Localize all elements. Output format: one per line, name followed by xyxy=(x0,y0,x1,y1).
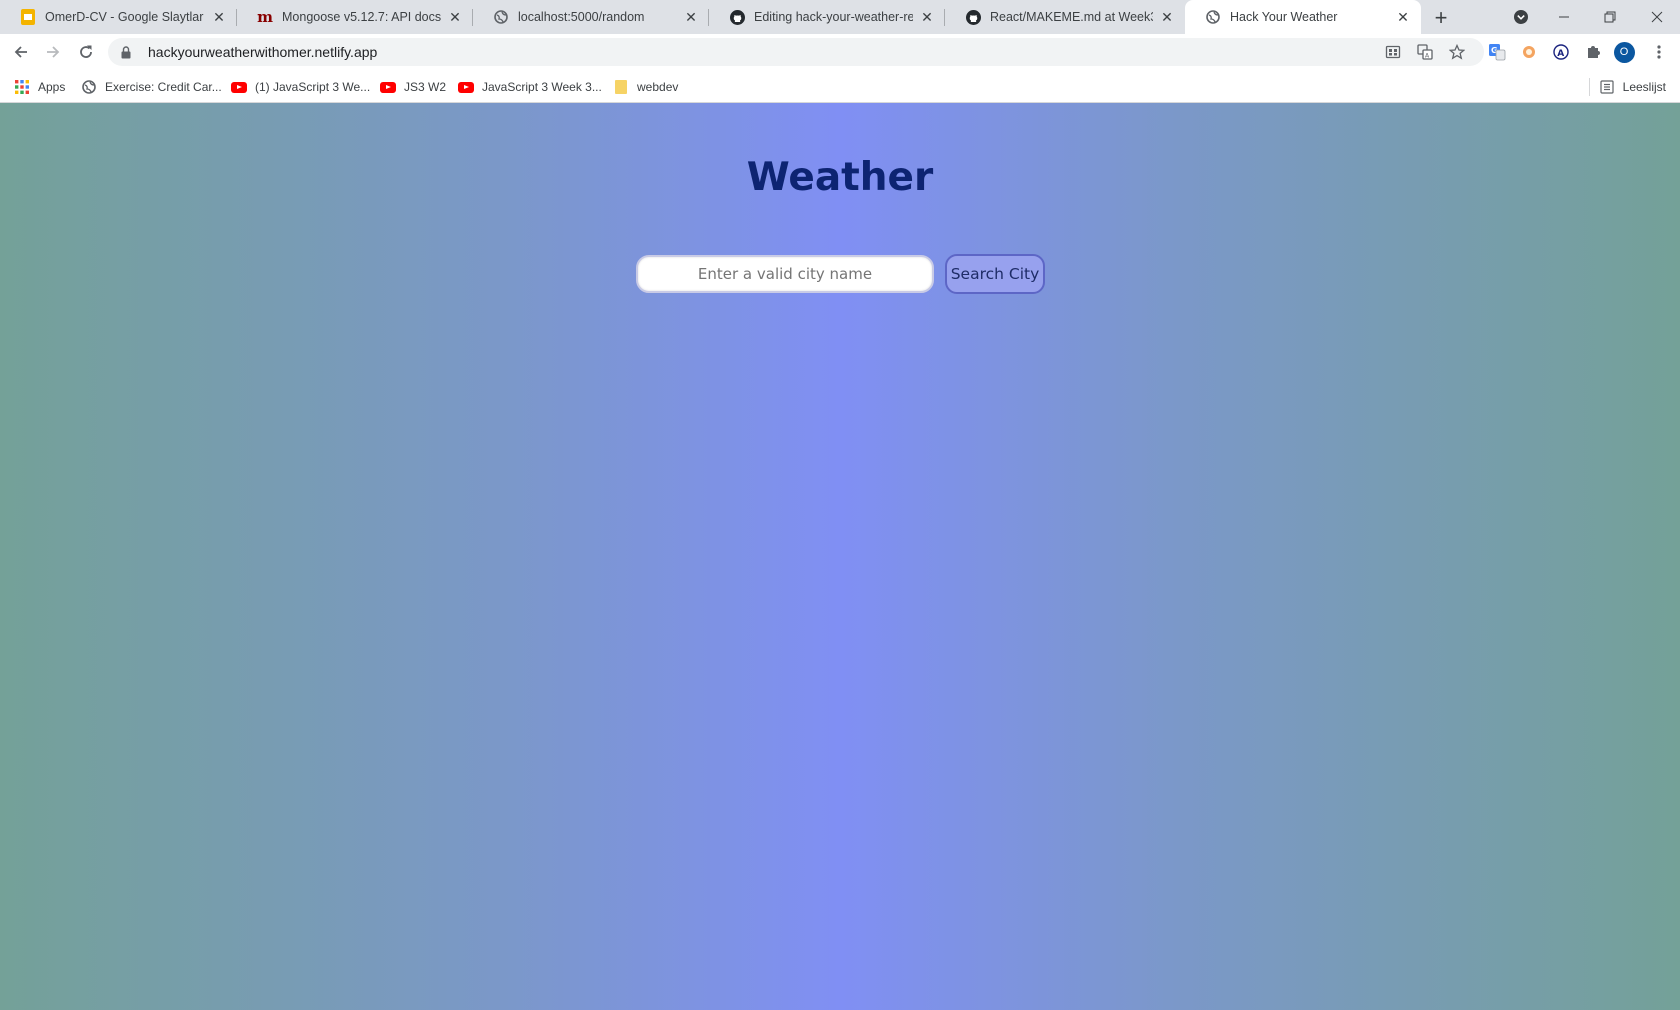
youtube-icon xyxy=(458,79,474,95)
bookmark-js3-week3[interactable]: JavaScript 3 Week 3... xyxy=(458,77,602,97)
apps-grid-icon xyxy=(14,79,30,95)
github-icon xyxy=(729,9,745,25)
close-tab-icon[interactable]: ✕ xyxy=(683,9,699,25)
svg-text:A: A xyxy=(1557,49,1564,59)
lock-icon[interactable] xyxy=(120,45,132,59)
weather-app: Weather Search City xyxy=(0,103,1680,1010)
url-text[interactable]: hackyourweatherwithomer.netlify.app xyxy=(148,44,377,60)
reading-list-label: Leeslijst xyxy=(1622,80,1666,94)
bookmark-apps[interactable]: Apps xyxy=(14,77,65,97)
close-window-icon[interactable] xyxy=(1634,0,1680,34)
browser-toolbar: hackyourweatherwithomer.netlify.app A G … xyxy=(0,34,1680,70)
bookmark-label: JavaScript 3 Week 3... xyxy=(482,80,602,94)
close-tab-icon[interactable]: ✕ xyxy=(919,9,935,25)
more-menu-icon[interactable] xyxy=(1648,41,1670,63)
bookmark-webdev[interactable]: webdev xyxy=(613,77,678,97)
close-tab-icon[interactable]: ✕ xyxy=(447,9,463,25)
slides-icon xyxy=(20,9,36,25)
new-tab-icon[interactable]: + xyxy=(1428,5,1454,31)
forward-icon[interactable] xyxy=(39,38,67,66)
tab-title: React/MAKEME.md at Week3-Re xyxy=(990,10,1153,24)
close-tab-icon[interactable]: ✕ xyxy=(1395,9,1411,25)
bookmark-label: Exercise: Credit Car... xyxy=(105,80,222,94)
tab-title: Hack Your Weather xyxy=(1230,10,1338,24)
google-translate-extension-icon[interactable]: G xyxy=(1486,41,1508,63)
page-title: Weather xyxy=(746,155,934,200)
bookmark-label: webdev xyxy=(637,80,679,94)
back-icon[interactable] xyxy=(7,38,35,66)
translate-icon[interactable]: A xyxy=(1414,41,1436,63)
bookmark-label: Apps xyxy=(38,80,66,94)
tab-title: Editing hack-your-weather-react xyxy=(754,10,913,24)
tab-editing-github[interactable]: Editing hack-your-weather-react ✕ xyxy=(709,0,945,34)
tab-localhost[interactable]: localhost:5000/random ✕ xyxy=(473,0,709,34)
minimize-icon[interactable] xyxy=(1541,0,1587,34)
tab-title: Mongoose v5.12.7: API docs xyxy=(282,10,441,24)
install-app-icon[interactable] xyxy=(1382,41,1404,63)
close-tab-icon[interactable]: ✕ xyxy=(211,9,227,25)
reading-list-icon xyxy=(1599,79,1615,95)
bookmark-star-icon[interactable] xyxy=(1446,41,1468,63)
bookmark-js3-w2[interactable]: JS3 W2 xyxy=(380,77,446,97)
extension-icon[interactable] xyxy=(1518,41,1540,63)
globe-icon xyxy=(493,9,509,25)
tab-makeme-github[interactable]: React/MAKEME.md at Week3-Re ✕ xyxy=(945,0,1185,34)
mongoose-icon: m xyxy=(257,8,273,26)
city-search-input[interactable] xyxy=(636,255,934,293)
bookmark-js3-week[interactable]: (1) JavaScript 3 We... xyxy=(231,77,370,97)
divider xyxy=(1589,78,1590,96)
avatar-initial: O xyxy=(1613,41,1635,63)
globe-icon xyxy=(81,79,97,95)
bookmark-label: JS3 W2 xyxy=(404,80,447,94)
folder-icon xyxy=(613,79,629,95)
tab-slides[interactable]: OmerD-CV - Google Slaytlar ✕ xyxy=(0,0,237,34)
tab-mongoose[interactable]: m Mongoose v5.12.7: API docs ✕ xyxy=(237,0,473,34)
tab-hack-your-weather[interactable]: Hack Your Weather ✕ xyxy=(1185,0,1421,34)
tab-strip: OmerD-CV - Google Slaytlar ✕ m Mongoose … xyxy=(0,0,1680,34)
close-tab-icon[interactable]: ✕ xyxy=(1159,9,1175,25)
reading-list-button[interactable]: Leeslijst xyxy=(1599,77,1666,97)
github-icon xyxy=(965,9,981,25)
accessibility-extension-icon[interactable]: A xyxy=(1550,41,1572,63)
tab-title: OmerD-CV - Google Slaytlar xyxy=(45,10,204,24)
search-city-button[interactable]: Search City xyxy=(945,254,1045,294)
reload-icon[interactable] xyxy=(72,38,100,66)
avatar[interactable]: O xyxy=(1613,41,1635,63)
youtube-icon xyxy=(380,79,396,95)
restore-icon[interactable] xyxy=(1587,0,1633,34)
bookmark-exercise[interactable]: Exercise: Credit Car... xyxy=(81,77,222,97)
tab-search-icon[interactable] xyxy=(1498,0,1544,34)
address-bar[interactable]: hackyourweatherwithomer.netlify.app xyxy=(108,38,1484,66)
globe-icon xyxy=(1205,9,1221,25)
youtube-icon xyxy=(231,79,247,95)
tab-title: localhost:5000/random xyxy=(518,10,645,24)
bookmark-label: (1) JavaScript 3 We... xyxy=(255,80,371,94)
extensions-puzzle-icon[interactable] xyxy=(1582,41,1604,63)
bookmarks-bar: Apps Exercise: Credit Car... (1) JavaScr… xyxy=(0,70,1680,103)
